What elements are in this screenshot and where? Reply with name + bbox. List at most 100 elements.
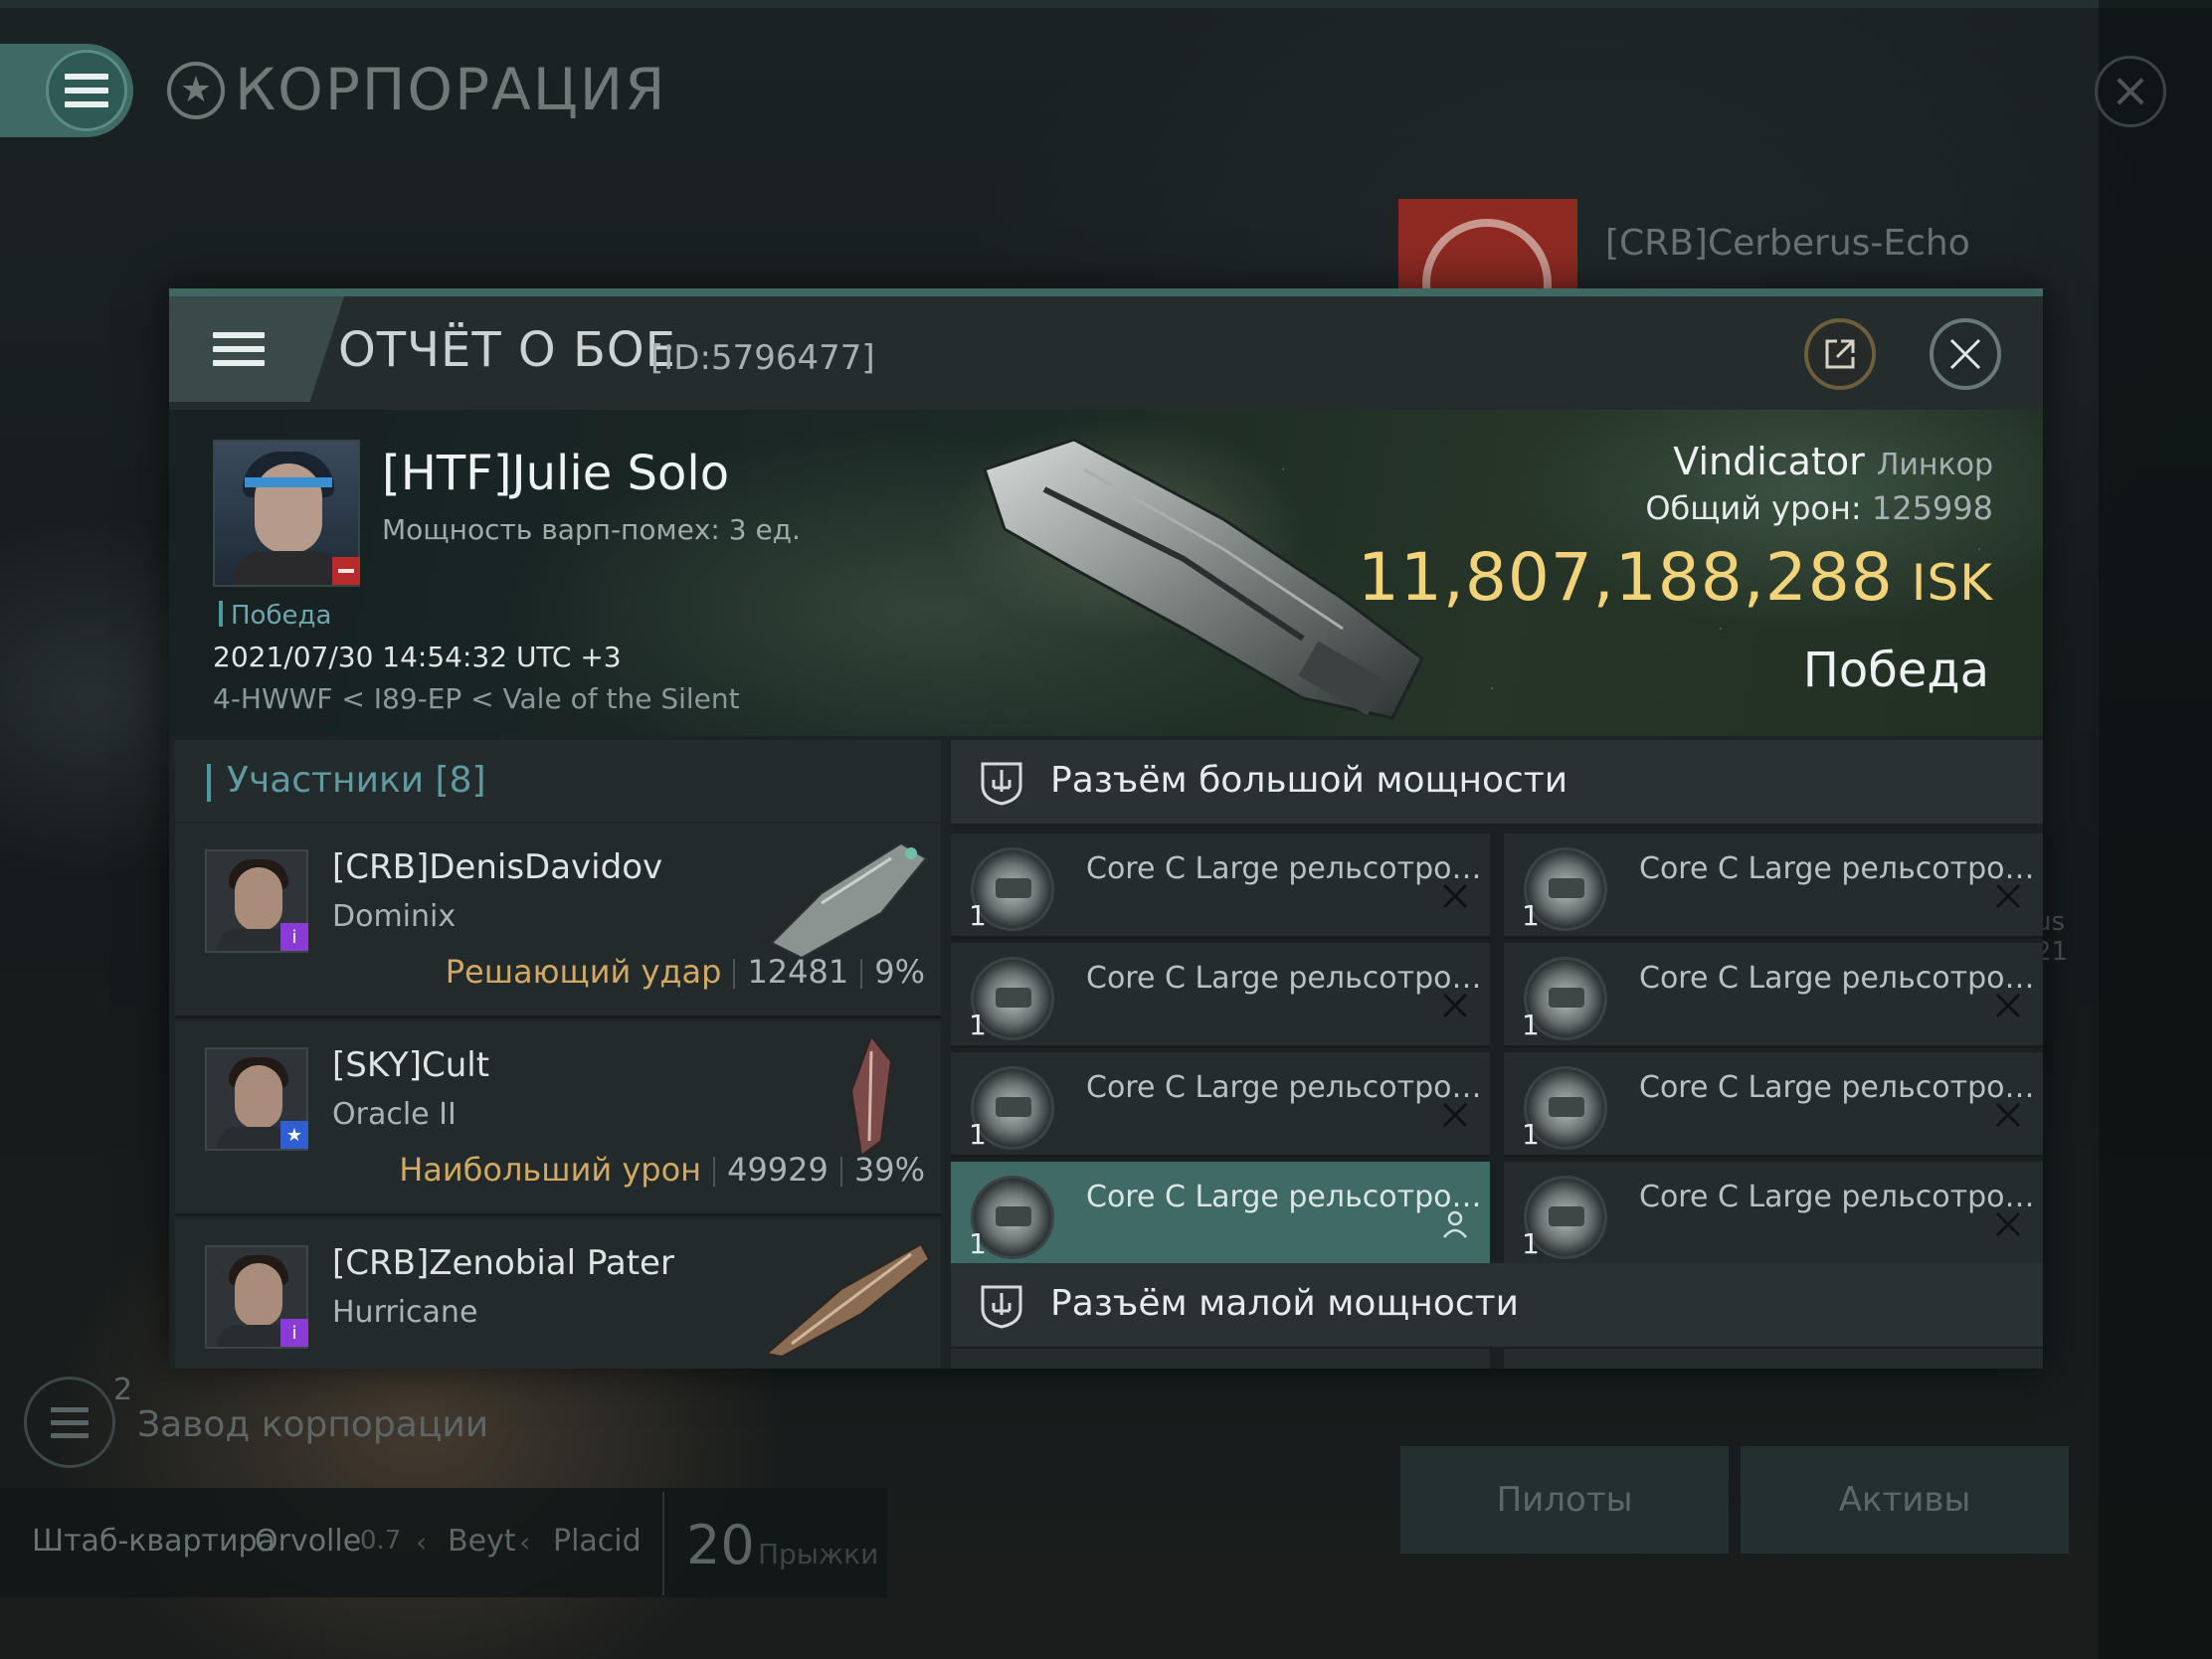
module-slot[interactable]: 1 Core C Large рельсотрон с... (951, 1052, 1490, 1158)
report-id: [ID:5796477] (650, 338, 875, 378)
modal-title: ОТЧЁТ О БОЕ (338, 322, 676, 378)
destroyed-x-icon (1995, 1211, 2021, 1237)
participant-name: [SKY]Cult (332, 1045, 490, 1085)
status-bar (219, 601, 223, 627)
victim-ship[interactable]: Vindicator Линкор (1673, 440, 1993, 483)
page-title: КОРПОРАЦИЯ (235, 56, 667, 123)
module-quantity: 1 (969, 1227, 987, 1260)
participants-panel: Участники [8] i [CRB]DenisDavidov Domini… (175, 740, 941, 1369)
damage-label: Общий урон: (1645, 489, 1862, 527)
pilots-button[interactable]: Пилоты (1400, 1446, 1729, 1554)
participant-row[interactable]: i [CRB]Zenobial Pater Hurricane (175, 1219, 941, 1369)
factory-label[interactable]: Завод корпорации (137, 1404, 488, 1445)
chevron-left-icon: ‹ (416, 1526, 428, 1559)
right-strip (2099, 0, 2212, 1659)
corp-name: [CRB]Cerberus-Echo (1605, 223, 1970, 264)
hq-constellation: Beyt (448, 1524, 516, 1559)
participants-title: Участники [8] (227, 760, 486, 801)
module-quantity: 1 (1522, 899, 1540, 932)
destroyed-x-icon (1995, 883, 2021, 909)
low-slot-icon (981, 1285, 1022, 1329)
factory-count: 2 (113, 1373, 133, 1407)
participant-row[interactable]: i [CRB]DenisDavidov Dominix Решающий уда… (175, 824, 941, 1018)
module-slot[interactable]: 1 Core C Large рельсотрон с... (1504, 943, 2043, 1048)
external-link-icon (1825, 339, 1855, 369)
list-icon (51, 1406, 89, 1438)
module-name: Core C Large рельсотрон с... (1086, 961, 1484, 996)
module-slot[interactable]: 1 Core C Large рельсотрон с... (1504, 1052, 2043, 1158)
module-name: Core C Large рельсотрон с... (1086, 851, 1484, 886)
module-quantity: 1 (969, 1009, 987, 1041)
module-slot[interactable]: 1 Core C Large рельсотрон с... (1504, 833, 2043, 939)
destroyed-x-icon (1442, 993, 1468, 1018)
participant-ship: Dominix (332, 899, 457, 934)
isk-value: 11,807,188,288 (1357, 539, 1894, 616)
module-slot[interactable] (951, 1349, 1490, 1369)
kill-location[interactable]: 4-HWWF < I89-EP < Vale of the Silent (213, 682, 740, 715)
divider (860, 959, 863, 989)
module-quantity: 1 (1522, 1009, 1540, 1041)
module-slot[interactable]: 1 Core C Large рельсотрон с... (1504, 1162, 2043, 1267)
destroyed-x-icon (1442, 1102, 1468, 1128)
participant-ship: Oracle II (332, 1097, 457, 1132)
star-badge-icon: ★ (280, 1121, 308, 1149)
participant-percent: 39% (853, 1151, 925, 1189)
participant-ship: Hurricane (332, 1295, 478, 1330)
hq-jumps-label: Прыжки (758, 1538, 879, 1570)
destroyed-x-icon (1442, 883, 1468, 909)
alliance-badge-icon: i (280, 1319, 308, 1347)
hq-label: Штаб-квартира (32, 1524, 276, 1559)
participant-row[interactable]: ★ [SKY]Cult Oracle II Наибольший урон 499… (175, 1021, 941, 1216)
user-icon (1443, 1210, 1467, 1238)
modal-close-button[interactable] (1930, 318, 2001, 390)
participant-stats: Наибольший урон 49929 39% (399, 1151, 925, 1189)
damage-value: 125998 (1871, 489, 1993, 527)
hq-region: Placid (553, 1524, 642, 1559)
top-edge (0, 0, 2212, 8)
module-name: Core C Large рельсотрон с... (1086, 1070, 1484, 1105)
participants-header[interactable]: Участники [8] (175, 740, 941, 822)
hq-system[interactable]: Orvolle (255, 1524, 361, 1559)
chevron-left-icon: ‹ (519, 1526, 531, 1559)
module-slot[interactable]: 1 Core C Large рельсотрон с... (951, 1162, 1490, 1267)
participant-name: [CRB]DenisDavidov (332, 847, 663, 887)
isk-value-line: 11,807,188,288 ISK (1358, 539, 1993, 616)
header-accent (207, 764, 211, 802)
participant-damage: 12481 (747, 953, 849, 991)
module-slot[interactable] (1504, 1349, 2043, 1369)
battle-result: Победа (1802, 643, 1989, 698)
module-name: Core C Large рельсотрон с... (1639, 1070, 2037, 1105)
factory-menu-button[interactable] (24, 1377, 115, 1468)
module-quantity: 1 (1522, 1227, 1540, 1260)
module-name: Core C Large рельсотрон с... (1639, 1180, 2037, 1214)
kill-datetime: 2021/07/30 14:54:32 UTC +3 (213, 641, 622, 673)
module-slot[interactable]: 1 Core C Large рельсотрон с... (951, 833, 1490, 939)
module-name: Core C Large рельсотрон с... (1639, 851, 2037, 886)
assets-button[interactable]: Активы (1741, 1446, 2069, 1554)
hq-jumps: 20 (686, 1514, 755, 1576)
warp-scramble-strength: Мощность варп-помех: 3 ед. (382, 513, 801, 546)
ship-name: Vindicator (1673, 440, 1865, 483)
module-quantity: 1 (969, 899, 987, 932)
main-menu-button[interactable] (46, 50, 127, 131)
ship-class: Линкор (1876, 448, 1993, 482)
combat-report-modal: ОТЧЁТ О БОЕ [ID:5796477] [HTF]Julie Solo… (169, 288, 2043, 1369)
divider (733, 959, 736, 989)
share-button[interactable] (1804, 318, 1876, 390)
minus-badge-icon (332, 557, 360, 585)
high-slots-title: Разъём большой мощности (1050, 760, 1568, 801)
menu-icon (65, 74, 108, 107)
high-slots-header[interactable]: Разъём большой мощности (951, 740, 2043, 824)
participant-ship-image (764, 1242, 931, 1359)
page-close-button[interactable]: × (2095, 56, 2166, 127)
corporation-star-icon: ★ (167, 62, 225, 119)
final-blow-tag: Решающий удар (445, 953, 722, 991)
modal-menu-button[interactable] (169, 296, 308, 402)
module-slot[interactable]: 1 Core C Large рельсотрон с... (951, 943, 1490, 1048)
victim-name[interactable]: [HTF]Julie Solo (382, 446, 729, 501)
participant-ship-image (849, 1033, 893, 1158)
close-icon (1949, 338, 1981, 370)
participant-stats: Решающий удар 12481 9% (446, 953, 925, 991)
low-slots-header[interactable]: Разъём малой мощности (951, 1263, 2043, 1347)
total-damage: Общий урон: 125998 (1645, 489, 1993, 527)
